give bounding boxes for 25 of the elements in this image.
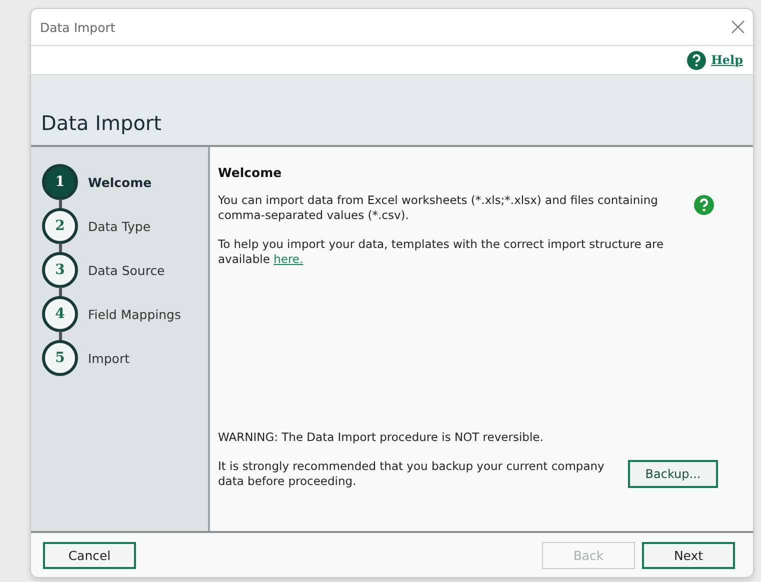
help-icon <box>694 195 714 215</box>
step-number: 1 <box>42 164 78 200</box>
window-title: Data Import <box>40 20 116 34</box>
step-number: 4 <box>42 296 78 332</box>
step-number: 3 <box>42 252 78 288</box>
step-label: Data Source <box>88 262 165 278</box>
help-icon <box>687 50 706 70</box>
step-label: Data Type <box>88 218 151 234</box>
templates-text: To help you import your data, templates with the correct import structure are available here. <box>218 237 665 267</box>
warning-text: WARNING: The Data Import procedure is NOT reversible. <box>218 430 544 445</box>
templates-link[interactable]: here. <box>274 252 304 266</box>
page-title: Data Import <box>41 111 162 135</box>
step-label: Welcome <box>88 174 152 190</box>
next-button[interactable]: Next <box>642 542 735 568</box>
recommendation-text: It is strongly recommended that you backup your current company data before proceeding. <box>218 459 606 489</box>
close-icon[interactable] <box>731 20 745 34</box>
help-link[interactable]: Help <box>711 53 743 67</box>
section-heading: Welcome <box>218 165 283 180</box>
backup-button[interactable]: Backup... <box>628 460 718 488</box>
step-label: Import <box>88 350 130 366</box>
step-label: Field Mappings <box>88 306 181 322</box>
cancel-button[interactable]: Cancel <box>43 542 136 568</box>
intro-text: You can import data from Excel worksheets (*.xls;*.xlsx) and files containing comma-separated values (*.csv). <box>218 193 659 223</box>
step-number: 5 <box>42 340 78 376</box>
step-number: 2 <box>42 208 78 244</box>
